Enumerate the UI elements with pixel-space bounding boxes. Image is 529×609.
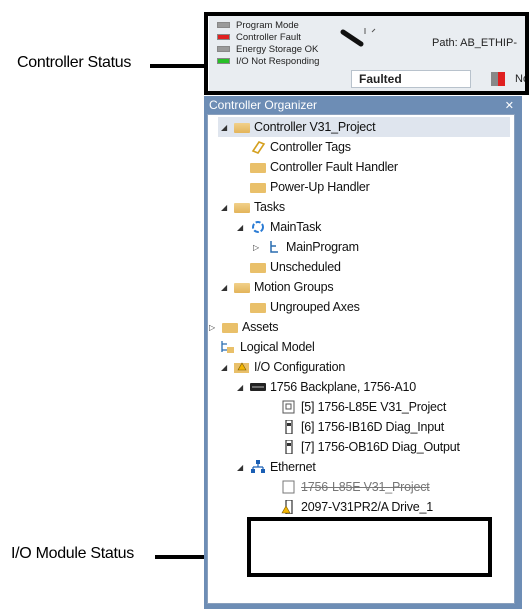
tree-item-label: MainProgram (286, 240, 359, 254)
expand-arrow-icon[interactable]: ▷ (250, 243, 262, 252)
tree-item-maintask[interactable]: ◢ MainTask (234, 217, 321, 237)
folder-open-icon (234, 203, 250, 213)
tree-item-module-5[interactable]: [5] 1756-L85E V31_Project (281, 397, 446, 417)
tag-icon (251, 141, 266, 154)
tree-item-label: Unscheduled (270, 260, 341, 274)
folder-icon (250, 183, 266, 193)
tree-item-label: Controller Fault Handler (270, 160, 398, 174)
folder-icon (250, 303, 266, 313)
collapse-arrow-icon[interactable]: ◢ (234, 463, 246, 472)
logical-model-icon (221, 341, 234, 353)
collapse-arrow-icon[interactable]: ◢ (218, 203, 230, 212)
collapse-arrow-icon[interactable]: ◢ (218, 283, 230, 292)
tree-item-label: [7] 1756-OB16D Diag_Output (301, 440, 460, 454)
collapse-arrow-icon[interactable]: ◢ (218, 363, 230, 372)
drive-warning-icon (281, 500, 293, 514)
tree-item-backplane[interactable]: ◢ 1756 Backplane, 1756-A10 (234, 377, 416, 397)
tree-item-module-7[interactable]: [7] 1756-OB16D Diag_Output (281, 437, 460, 457)
program-icon (270, 241, 278, 253)
collapse-arrow-icon[interactable]: ◢ (234, 383, 246, 392)
tree-item-label: Controller V31_Project (254, 120, 376, 134)
tree-item-label: Power-Up Handler (270, 180, 370, 194)
organizer-title: Controller Organizer (209, 98, 318, 112)
tree-item-label: Ungrouped Axes (270, 300, 360, 314)
tree-item-label: [6] 1756-IB16D Diag_Input (301, 420, 445, 434)
controller-module-icon (282, 400, 295, 414)
tree-item-module-6[interactable]: [6] 1756-IB16D Diag_Input (281, 417, 444, 437)
collapse-arrow-icon[interactable]: ◢ (234, 223, 246, 232)
task-cycle-icon (252, 221, 264, 233)
io-module-icon (285, 440, 293, 454)
tree-item-label: 2097-V31PR2/A Drive_1 (301, 500, 433, 514)
controller-status-highlight (204, 12, 529, 95)
tree-item-ungrouped-axes[interactable]: Ungrouped Axes (250, 297, 360, 317)
tree-item-label: 1756-L85E V31_Project (301, 480, 430, 494)
folder-warning-icon (234, 362, 249, 373)
folder-icon (250, 263, 266, 273)
tree-item-assets[interactable]: ▷ Assets (206, 317, 278, 337)
tree-item-mainprogram[interactable]: ▷ MainProgram (250, 237, 359, 257)
expand-arrow-icon[interactable]: ▷ (206, 323, 218, 332)
folder-icon (222, 323, 238, 333)
io-module-icon (285, 420, 293, 434)
tree-item-label: Tasks (254, 200, 285, 214)
tree-item-motion-groups[interactable]: ◢ Motion Groups (218, 277, 334, 297)
network-icon (251, 460, 265, 473)
tree-item-label: I/O Configuration (254, 360, 346, 374)
io-module-status-highlight (247, 517, 492, 577)
organizer-title-bar: Controller Organizer ✕ (207, 96, 519, 114)
tree-item-label: Motion Groups (254, 280, 334, 294)
tree-item-label: 1756 Backplane, 1756-A10 (270, 380, 417, 394)
tree-item-ethernet[interactable]: ◢ Ethernet (234, 457, 316, 477)
controller-module-icon (282, 480, 295, 494)
tree-item-tasks[interactable]: ◢ Tasks (218, 197, 285, 217)
tree-item-label: Ethernet (270, 460, 316, 474)
close-icon[interactable]: ✕ (505, 99, 514, 112)
io-module-status-callout: I/O Module Status (11, 545, 134, 562)
tree-item-label: MainTask (270, 220, 322, 234)
controller-status-leader (150, 64, 208, 68)
folder-open-icon (234, 123, 250, 133)
tree-item-controller[interactable]: ◢ Controller V31_Project (218, 117, 510, 137)
folder-icon (250, 163, 266, 173)
folder-open-icon (234, 283, 250, 293)
controller-status-callout: Controller Status (17, 54, 132, 71)
tree-item-unscheduled[interactable]: Unscheduled (250, 257, 341, 277)
tree-item-label: Logical Model (240, 340, 315, 354)
tree-item-io-configuration[interactable]: ◢ I/O Configuration (218, 357, 345, 377)
tree-item-controller-fault-handler[interactable]: Controller Fault Handler (250, 157, 398, 177)
tree-item-drive-1[interactable]: 2097-V31PR2/A Drive_1 (281, 497, 433, 517)
backplane-icon (250, 383, 266, 391)
tree-item-logical-model[interactable]: Logical Model (220, 337, 315, 357)
tree-item-ethernet-controller[interactable]: 1756-L85E V31_Project (281, 477, 430, 497)
collapse-arrow-icon[interactable]: ◢ (218, 123, 230, 132)
tree-item-power-up-handler[interactable]: Power-Up Handler (250, 177, 370, 197)
tree-item-label: Assets (242, 320, 279, 334)
tree-item-label: [5] 1756-L85E V31_Project (301, 400, 447, 414)
tree-item-controller-tags[interactable]: Controller Tags (250, 137, 351, 157)
tree-item-label: Controller Tags (270, 140, 351, 154)
